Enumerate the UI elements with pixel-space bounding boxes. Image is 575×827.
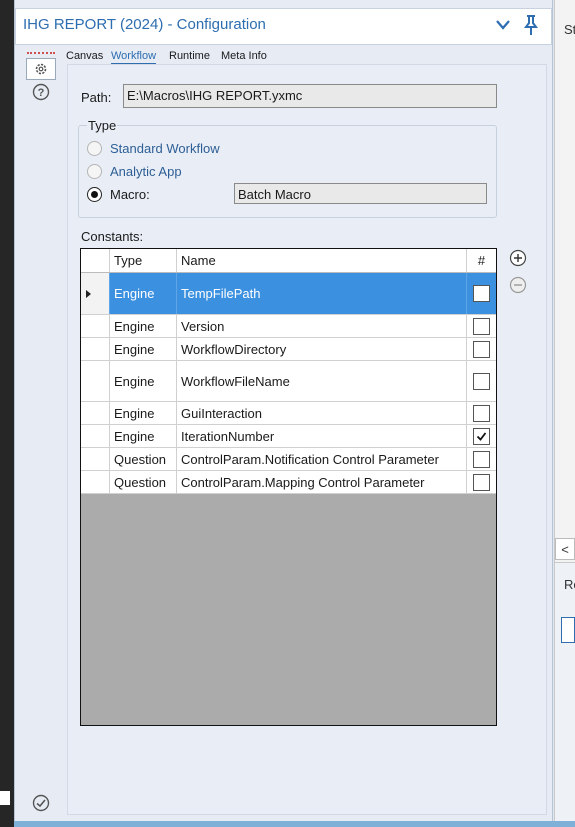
table-row[interactable]: Question ControlParam.Mapping Control Par… [81, 471, 496, 494]
triangle-right-icon [86, 289, 91, 298]
row-checkbox[interactable] [473, 340, 490, 358]
right-pane-lower: Re [555, 562, 575, 822]
table-row[interactable]: Question ControlParam.Notification Contro… [81, 448, 496, 471]
cell-type[interactable]: Engine [110, 273, 177, 314]
chevron-left-icon: < [561, 541, 569, 557]
radio-label-analytic-app[interactable]: Analytic App [110, 164, 182, 179]
left-dark-strip [0, 0, 14, 827]
pin-icon[interactable] [522, 14, 540, 36]
table-row[interactable]: Engine TempFilePath [81, 273, 496, 315]
right-side-pane: St < Re [554, 0, 575, 827]
tab-workflow[interactable]: Workflow [111, 50, 157, 65]
cell-check [467, 338, 496, 360]
table-row[interactable]: Engine WorkflowFileName [81, 361, 496, 402]
cell-name[interactable]: TempFilePath [177, 273, 467, 314]
table-row[interactable]: Engine IterationNumber [81, 425, 496, 448]
help-circle-icon[interactable]: ? [32, 83, 50, 101]
row-checkbox[interactable] [473, 473, 490, 491]
cell-check [467, 315, 496, 337]
row-header[interactable] [81, 471, 110, 493]
row-header-corner [81, 249, 110, 272]
cell-type[interactable]: Engine [110, 338, 177, 360]
tab-meta-info[interactable]: Meta Info [221, 50, 267, 62]
tab-runtime[interactable]: Runtime [169, 50, 210, 62]
table-row[interactable]: Engine GuiInteraction [81, 402, 496, 425]
column-header-type[interactable]: Type [110, 249, 177, 272]
right-pane-top-text: St [564, 22, 575, 37]
row-checkbox[interactable] [473, 285, 490, 302]
chevron-down-icon[interactable] [494, 17, 512, 33]
right-pane-selected-item[interactable] [561, 617, 575, 643]
constants-grid[interactable]: Type Name # Engine TempFilePath Engine Vers… [80, 248, 497, 726]
side-toolbar [15, 46, 63, 821]
path-label: Path: [81, 90, 112, 105]
svg-text:?: ? [38, 87, 45, 99]
row-checkbox[interactable] [473, 404, 490, 422]
add-circle-icon[interactable] [509, 249, 527, 267]
row-header[interactable] [81, 425, 110, 447]
radio-analytic-app[interactable] [87, 164, 102, 179]
cell-name[interactable]: Version [177, 315, 467, 337]
cell-check [467, 425, 496, 447]
cell-name[interactable]: ControlParam.Notification Control Parame… [177, 448, 467, 470]
row-header[interactable] [81, 338, 110, 360]
cell-check [467, 361, 496, 401]
row-checkbox[interactable] [473, 427, 490, 445]
row-header[interactable] [81, 402, 110, 424]
panel-title: IHG REPORT (2024) - Configuration [23, 16, 266, 33]
cell-name[interactable]: GuiInteraction [177, 402, 467, 424]
path-field[interactable]: E:\Macros\IHG REPORT.yxmc [123, 84, 497, 108]
gear-icon [35, 63, 47, 75]
cell-name[interactable]: IterationNumber [177, 425, 467, 447]
row-header[interactable] [81, 361, 110, 401]
tab-canvas[interactable]: Canvas [66, 50, 103, 62]
row-header[interactable] [81, 315, 110, 337]
cell-name[interactable]: ControlParam.Mapping Control Parameter [177, 471, 467, 493]
cell-type[interactable]: Engine [110, 361, 177, 401]
radio-standard-workflow[interactable] [87, 141, 102, 156]
macro-type-field[interactable]: Batch Macro [234, 183, 487, 204]
left-edge-chip [0, 791, 10, 805]
cell-check [467, 273, 496, 314]
grip-dots [27, 52, 55, 54]
cell-type[interactable]: Question [110, 471, 177, 493]
bottom-status-strip [14, 821, 575, 827]
row-checkbox[interactable] [473, 372, 490, 390]
row-header[interactable] [81, 448, 110, 470]
cell-check [467, 448, 496, 470]
type-group-label: Type [87, 118, 118, 133]
grid-header-row: Type Name # [81, 249, 496, 273]
row-checkbox[interactable] [473, 317, 490, 335]
table-row[interactable]: Engine WorkflowDirectory [81, 338, 496, 361]
checkmark-icon [476, 431, 487, 441]
cell-type[interactable]: Engine [110, 425, 177, 447]
cell-type[interactable]: Engine [110, 402, 177, 424]
cell-name[interactable]: WorkflowFileName [177, 361, 467, 401]
right-pane-mid-text: Re [564, 577, 575, 592]
column-header-check[interactable]: # [467, 249, 496, 272]
cell-check [467, 471, 496, 493]
radio-macro[interactable] [87, 187, 102, 202]
row-checkbox[interactable] [473, 450, 490, 468]
cell-check [467, 402, 496, 424]
cell-type[interactable]: Question [110, 448, 177, 470]
row-header[interactable] [81, 273, 110, 314]
right-pane-scroll-left[interactable]: < [555, 538, 575, 560]
column-header-name[interactable]: Name [177, 249, 467, 272]
check-circle-icon [32, 794, 50, 812]
cell-type[interactable]: Engine [110, 315, 177, 337]
cell-name[interactable]: WorkflowDirectory [177, 338, 467, 360]
radio-label-macro[interactable]: Macro: [110, 187, 150, 202]
table-row[interactable]: Engine Version [81, 315, 496, 338]
radio-label-standard-workflow[interactable]: Standard Workflow [110, 141, 220, 156]
remove-circle-icon[interactable] [509, 276, 527, 294]
settings-button[interactable] [26, 58, 56, 80]
constants-label: Constants: [81, 229, 144, 244]
